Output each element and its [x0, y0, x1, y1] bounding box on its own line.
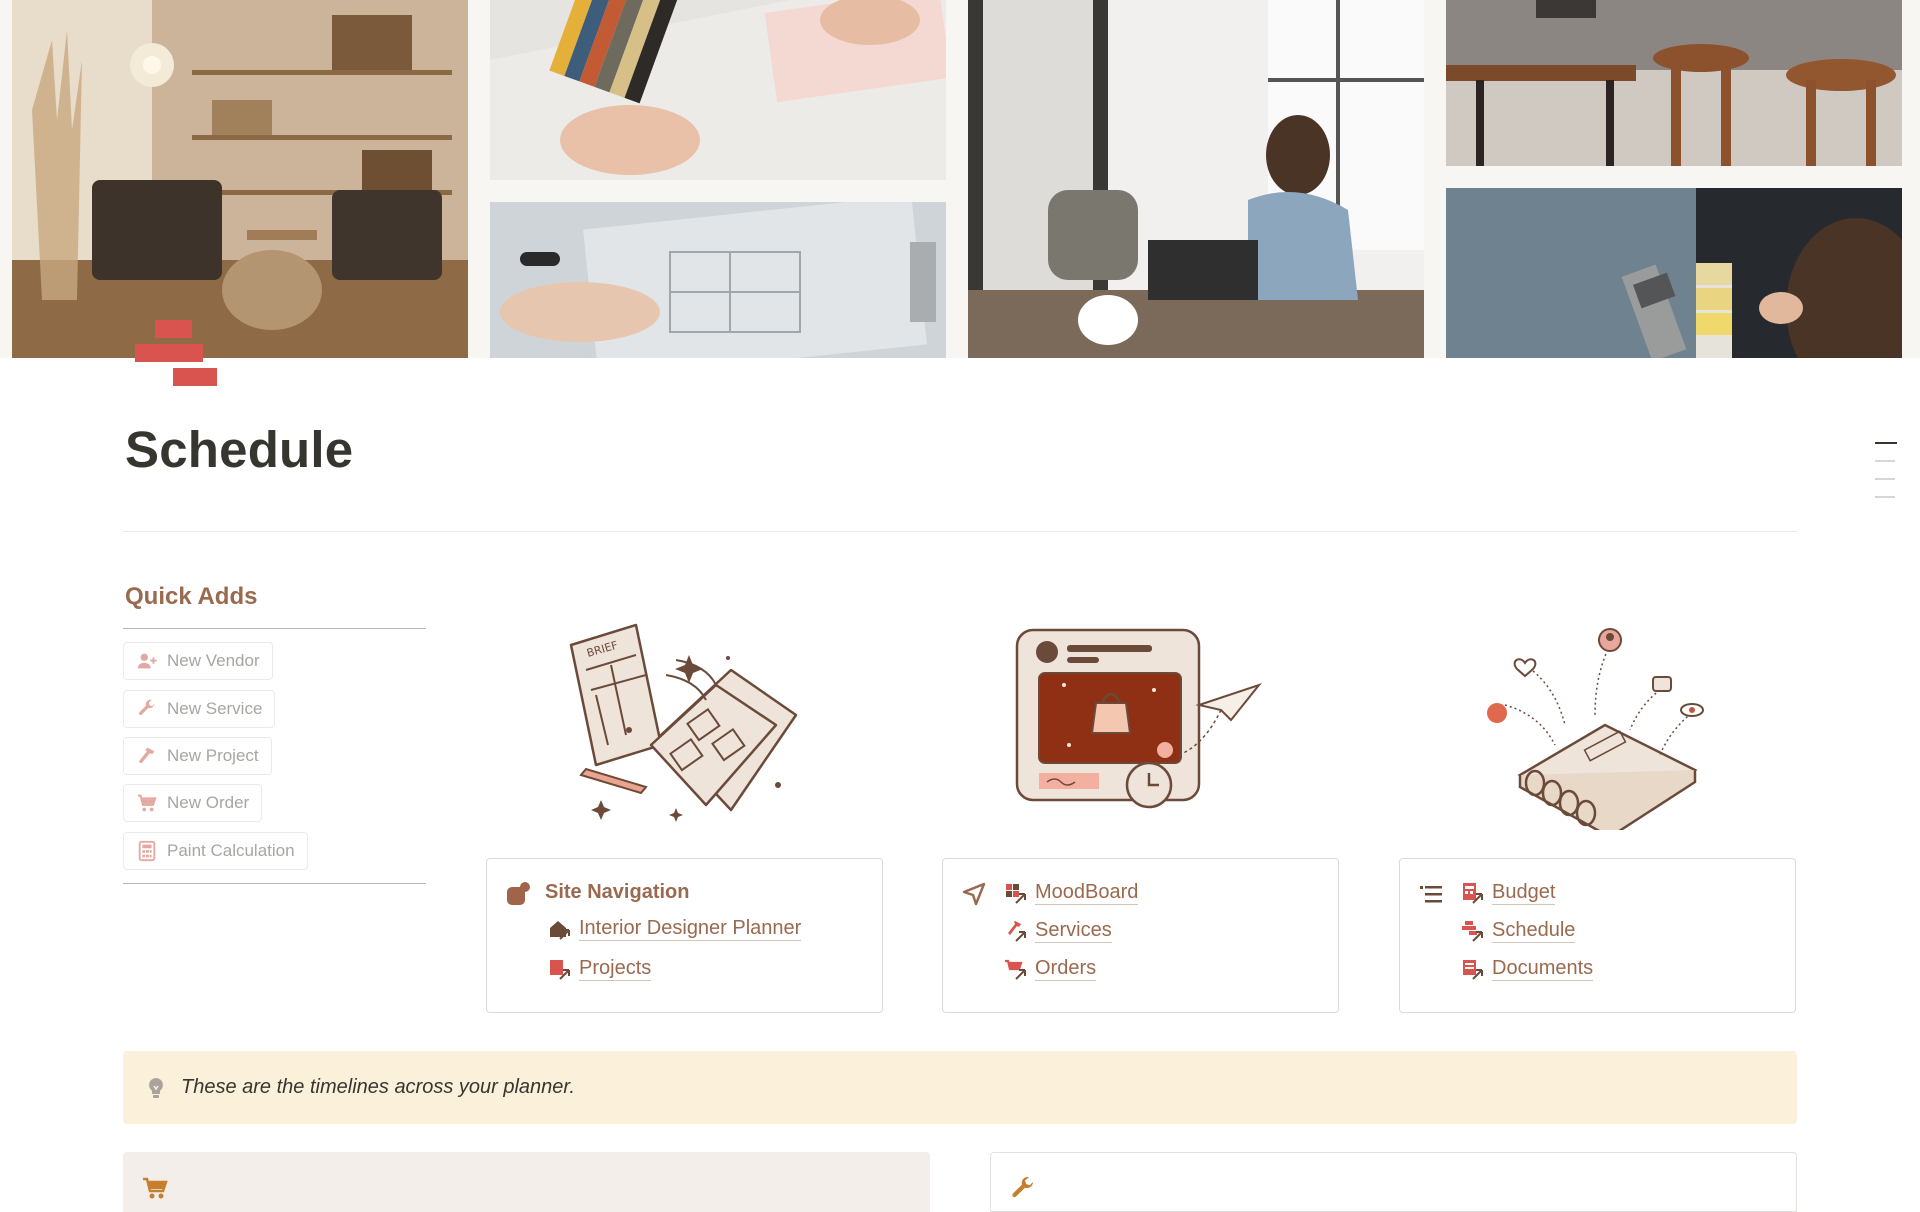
- cover-photo-swatches: [490, 0, 946, 180]
- page-icon-timeline: [135, 318, 220, 390]
- projects-link[interactable]: Projects: [579, 957, 652, 981]
- site-navigation-icon: [505, 881, 531, 907]
- new-vendor-button[interactable]: New Vendor: [123, 642, 273, 680]
- moodboard-link-icon: [1003, 881, 1027, 905]
- link-schedule[interactable]: Schedule: [1460, 919, 1576, 943]
- divider: [123, 883, 426, 884]
- site-navigation-label: Site Navigation: [545, 881, 690, 903]
- toc-line[interactable]: [1875, 460, 1895, 462]
- info-callout: These are the timelines across your plan…: [123, 1051, 1797, 1124]
- paint-calculation-label: Paint Calculation: [167, 841, 295, 860]
- site-navigation-card: Site Navigation Interior Designer Planne…: [486, 858, 883, 1013]
- link-orders[interactable]: Orders: [1003, 957, 1097, 981]
- orders-timeline-block[interactable]: [123, 1152, 930, 1212]
- page-title: Schedule: [125, 421, 354, 478]
- link-moodboard[interactable]: MoodBoard: [1003, 881, 1139, 905]
- services-timeline-block[interactable]: [990, 1152, 1797, 1212]
- add-person-icon: [136, 650, 158, 672]
- lightbulb-icon: [143, 1075, 169, 1101]
- moodboard-link[interactable]: MoodBoard: [1035, 881, 1139, 905]
- list-icon: [1418, 881, 1444, 907]
- new-service-label: New Service: [167, 699, 263, 718]
- new-vendor-label: New Vendor: [167, 651, 260, 670]
- toc-line[interactable]: [1875, 478, 1895, 480]
- new-order-button[interactable]: New Order: [123, 784, 263, 822]
- quick-adds-heading: Quick Adds: [125, 583, 258, 610]
- paper-plane-icon: [961, 881, 987, 907]
- cover-photo-floor-plan: [490, 202, 946, 358]
- cover-photo-stools: [1446, 0, 1902, 166]
- cover-photo-paint-swatches: [1446, 188, 1902, 358]
- journal-ideas-illustration: [1470, 615, 1730, 839]
- calculator-icon: [136, 840, 158, 862]
- new-project-button[interactable]: New Project: [123, 737, 272, 775]
- toc-line[interactable]: [1875, 496, 1895, 498]
- cover-photo-woman-desk: [968, 0, 1424, 358]
- cover-image: [0, 0, 1920, 358]
- site-navigation-heading: Site Navigation: [545, 881, 689, 903]
- interior-designer-planner-link[interactable]: Interior Designer Planner: [579, 917, 802, 941]
- budget-link[interactable]: Budget: [1492, 881, 1556, 905]
- orders-link[interactable]: Orders: [1035, 957, 1097, 981]
- services-link[interactable]: Services: [1035, 919, 1112, 943]
- new-project-label: New Project: [167, 746, 259, 765]
- toc-line[interactable]: [1875, 442, 1897, 444]
- link-services[interactable]: Services: [1003, 919, 1112, 943]
- link-budget[interactable]: Budget: [1460, 881, 1556, 905]
- divider: [123, 628, 426, 629]
- moodboard-card: MoodBoard Services Orders: [942, 858, 1339, 1013]
- cart-icon: [136, 792, 158, 814]
- paint-calculation-button[interactable]: Paint Calculation: [123, 832, 308, 870]
- orders-link-icon: [1003, 957, 1027, 981]
- schedule-link-icon: [1460, 919, 1484, 943]
- documents-link-icon: [1460, 957, 1484, 981]
- cover-photo-living-room: [12, 0, 468, 358]
- link-interior-designer-planner[interactable]: Interior Designer Planner: [547, 917, 802, 941]
- projects-link-icon: [547, 957, 571, 981]
- services-link-icon: [1003, 919, 1027, 943]
- new-service-button[interactable]: New Service: [123, 690, 276, 728]
- link-documents[interactable]: Documents: [1460, 957, 1594, 981]
- hammer-icon: [136, 745, 158, 767]
- wrench-icon: [136, 698, 158, 720]
- brief-documents-illustration: BRIEF: [556, 615, 816, 830]
- cart-icon: [141, 1174, 169, 1202]
- schedule-link[interactable]: Schedule: [1492, 919, 1576, 943]
- documents-link[interactable]: Documents: [1492, 957, 1594, 981]
- budget-link-icon: [1460, 881, 1484, 905]
- callout-text: These are the timelines across your plan…: [181, 1076, 575, 1098]
- new-order-label: New Order: [167, 793, 250, 812]
- shopping-post-illustration: [1009, 615, 1269, 830]
- table-of-contents-indicator[interactable]: [1875, 442, 1897, 514]
- divider: [123, 531, 1797, 532]
- planning-card: Budget Schedule Documents: [1399, 858, 1796, 1013]
- link-projects[interactable]: Projects: [547, 957, 652, 981]
- house-link-icon: [547, 917, 571, 941]
